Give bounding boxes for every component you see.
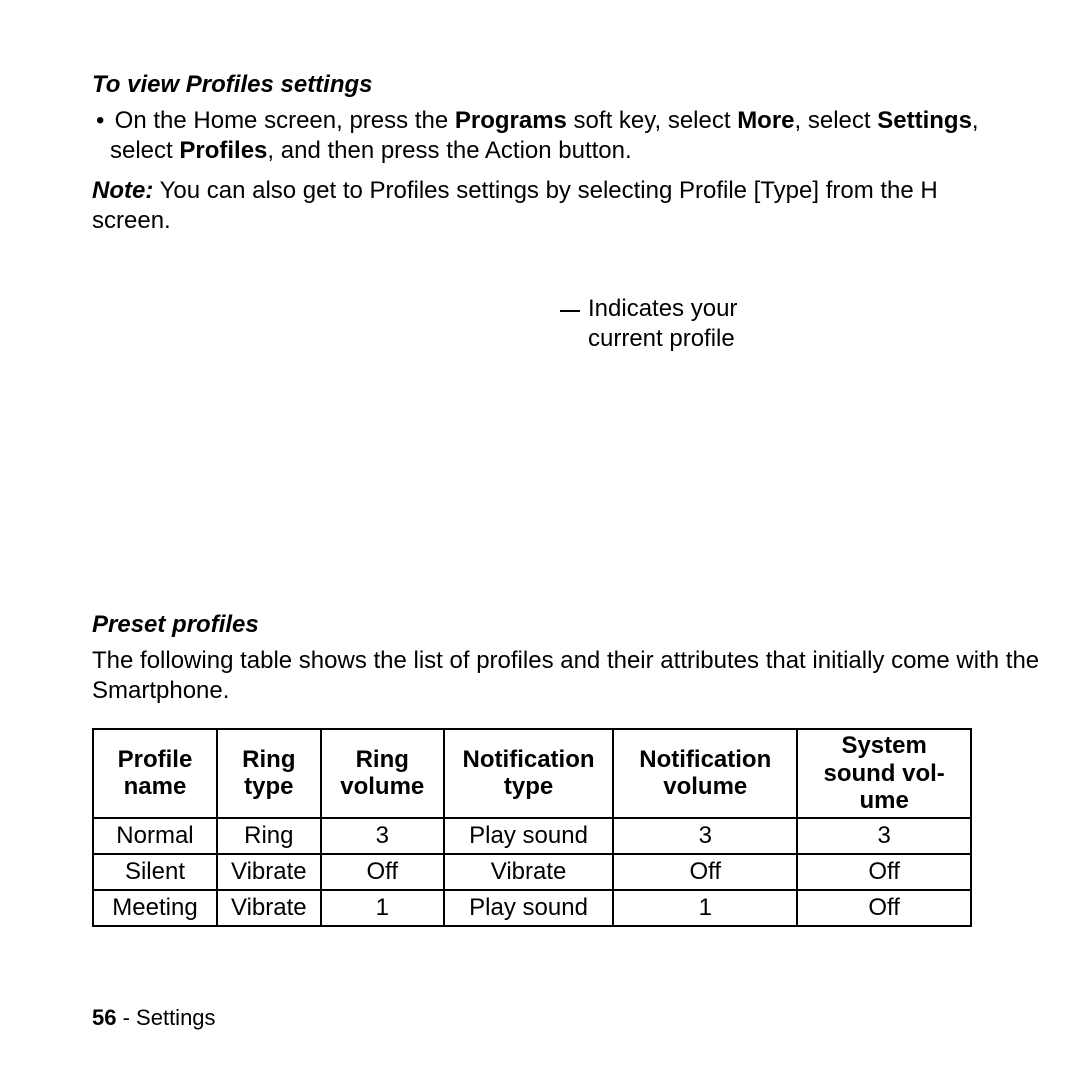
col-header-ring-volume: Ring volume <box>321 729 444 818</box>
view-profiles-instruction: • On the Home screen, press the Programs… <box>92 106 1040 166</box>
instr-bold-more: More <box>737 107 794 134</box>
callout-text: Indicates your current profile <box>588 294 838 354</box>
footer-sep: - <box>116 1005 136 1030</box>
cell: Vibrate <box>444 854 613 890</box>
instr-text-5: , and then press the Action button. <box>267 137 631 164</box>
cell: 3 <box>321 818 444 854</box>
table-row: Normal Ring 3 Play sound 3 3 <box>93 818 971 854</box>
note-paragraph: Note: You can also get to Profiles setti… <box>92 176 1040 236</box>
bullet-dot: • <box>96 106 108 136</box>
cell: Meeting <box>93 890 217 926</box>
document-page: To view Profiles settings • On the Home … <box>0 0 1080 1080</box>
cell: Off <box>797 890 971 926</box>
col-header-notification-volume: Notification volume <box>613 729 797 818</box>
note-label: Note: <box>92 177 153 204</box>
cell: Off <box>797 854 971 890</box>
page-footer: 56 - Settings <box>92 1004 216 1032</box>
note-text: You can also get to Profiles settings by… <box>153 177 937 204</box>
footer-section-label: Settings <box>136 1005 216 1030</box>
note-tail: screen. <box>92 207 171 234</box>
cell: 3 <box>797 818 971 854</box>
instr-bold-profiles: Profiles <box>179 137 267 164</box>
instr-text-2: soft key, select <box>567 107 737 134</box>
callout-line-2: current profile <box>588 325 735 352</box>
col-header-notification-type: Notification type <box>444 729 613 818</box>
cell: Play sound <box>444 818 613 854</box>
cell: Silent <box>93 854 217 890</box>
cell: Off <box>321 854 444 890</box>
page-number: 56 <box>92 1005 116 1030</box>
col-header-system-sound-volume: System sound vol-ume <box>797 729 971 818</box>
instr-bold-programs: Programs <box>455 107 567 134</box>
cell: Off <box>613 854 797 890</box>
callout-leader-line <box>560 310 580 312</box>
instr-text-1: On the Home screen, press the <box>115 107 455 134</box>
cell: 3 <box>613 818 797 854</box>
preset-profiles-description: The following table shows the list of pr… <box>92 646 1040 706</box>
section-title-preset-profiles: Preset profiles <box>92 610 1040 640</box>
preset-profiles-section: Preset profiles The following table show… <box>92 610 1040 927</box>
table-header-row: Profile name Ring type Ring volume Notif… <box>93 729 971 818</box>
section-title-view-profiles: To view Profiles settings <box>92 70 1040 100</box>
col-header-profile-name: Profile name <box>93 729 217 818</box>
cell: Normal <box>93 818 217 854</box>
cell: Play sound <box>444 890 613 926</box>
instr-text-3: , select <box>795 107 878 134</box>
cell: 1 <box>321 890 444 926</box>
cell: 1 <box>613 890 797 926</box>
profiles-table: Profile name Ring type Ring volume Notif… <box>92 728 972 927</box>
cell: Ring <box>217 818 321 854</box>
callout-line-1: Indicates your <box>588 295 737 322</box>
cell: Vibrate <box>217 854 321 890</box>
table-row: Silent Vibrate Off Vibrate Off Off <box>93 854 971 890</box>
table-row: Meeting Vibrate 1 Play sound 1 Off <box>93 890 971 926</box>
cell: Vibrate <box>217 890 321 926</box>
instr-bold-settings: Settings <box>877 107 972 134</box>
col-header-ring-type: Ring type <box>217 729 321 818</box>
